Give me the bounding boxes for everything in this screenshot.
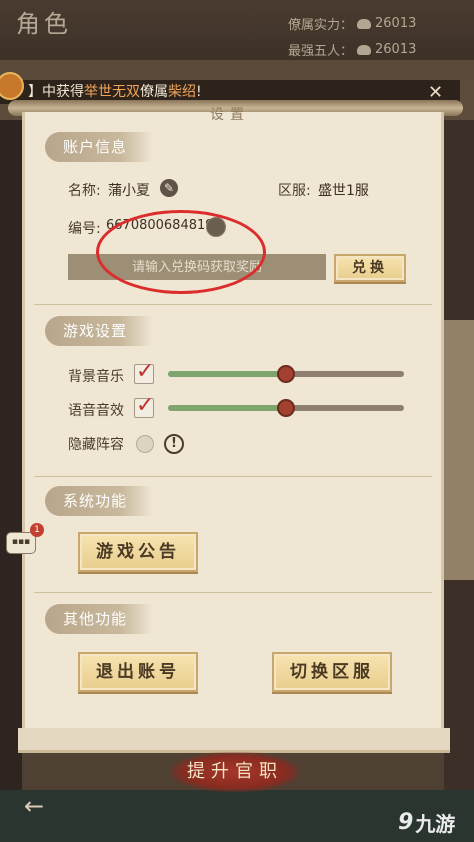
voice-slider[interactable] <box>168 399 404 417</box>
bgm-slider-handle[interactable] <box>277 365 295 383</box>
background-pillar-left <box>0 120 22 820</box>
page-title: 角色 <box>16 10 72 38</box>
section-other-functions: 其他功能 <box>45 604 154 634</box>
notice-text: 】中获得 <box>28 84 84 100</box>
info-icon[interactable]: ! <box>164 434 184 454</box>
watermark: 9 九游 <box>398 808 455 837</box>
chat-badge: 1 <box>30 523 44 537</box>
voice-label: 语音音效 <box>68 403 124 419</box>
edit-name-icon[interactable]: ✎ <box>160 179 178 197</box>
settings-panel <box>22 112 444 744</box>
hide-lineup-toggle[interactable] <box>136 435 154 453</box>
bgm-checkbox[interactable]: ✓ <box>134 359 154 384</box>
stat-label: 僚属实力： <box>288 18 354 33</box>
bgm-slider[interactable] <box>168 365 404 383</box>
stat-value: 26013 <box>375 16 417 31</box>
promote-button[interactable]: 提升官职 <box>170 752 300 792</box>
switch-server-button[interactable]: 切换区服 <box>272 652 392 692</box>
bgm-slider-fill <box>168 371 286 377</box>
watermark-text: 九游 <box>415 812 456 836</box>
voice-checkbox[interactable]: ✓ <box>134 393 154 418</box>
panel-title: 设置 <box>210 107 250 123</box>
check-icon: ✓ <box>136 393 155 418</box>
back-arrow-icon[interactable]: ← <box>24 792 44 820</box>
stat-retainer-power: 僚属实力： 26013 <box>288 14 416 33</box>
divider <box>34 304 432 305</box>
voice-slider-fill <box>168 405 286 411</box>
section-system-functions: 系统功能 <box>45 486 154 516</box>
section-account-info: 账户信息 <box>45 132 154 162</box>
section-game-settings: 游戏设置 <box>45 316 154 346</box>
server-value: 盛世1服 <box>318 183 369 199</box>
annotation-circle <box>96 210 266 294</box>
power-icon <box>357 18 372 29</box>
name-label: 名称: <box>68 183 101 199</box>
watermark-logo-icon: 9 <box>398 810 414 835</box>
name-value: 蒲小夏 <box>108 183 150 199</box>
announcement-button[interactable]: 游戏公告 <box>78 532 198 572</box>
scroll-bottom <box>18 728 450 753</box>
divider <box>34 592 432 593</box>
power-icon <box>357 44 372 55</box>
notice-highlight: 柴绍 <box>168 84 196 100</box>
notice-text: ! <box>196 84 202 100</box>
divider <box>34 476 432 477</box>
voice-slider-handle[interactable] <box>277 399 295 417</box>
check-icon: ✓ <box>136 359 155 384</box>
stat-value: 26013 <box>375 42 417 57</box>
logout-button[interactable]: 退出账号 <box>78 652 198 692</box>
notice-highlight: 举世无双 <box>84 84 140 100</box>
stat-top-five: 最强五人： 26013 <box>288 40 416 59</box>
bgm-label: 背景音乐 <box>68 369 124 385</box>
id-label: 编号: <box>68 221 101 237</box>
stat-label: 最强五人： <box>288 44 354 59</box>
notice-text: 僚属 <box>140 84 168 100</box>
redeem-button[interactable]: 兑换 <box>334 254 406 282</box>
server-label: 区服: <box>278 183 311 199</box>
hide-lineup-label: 隐藏阵容 <box>68 437 124 453</box>
